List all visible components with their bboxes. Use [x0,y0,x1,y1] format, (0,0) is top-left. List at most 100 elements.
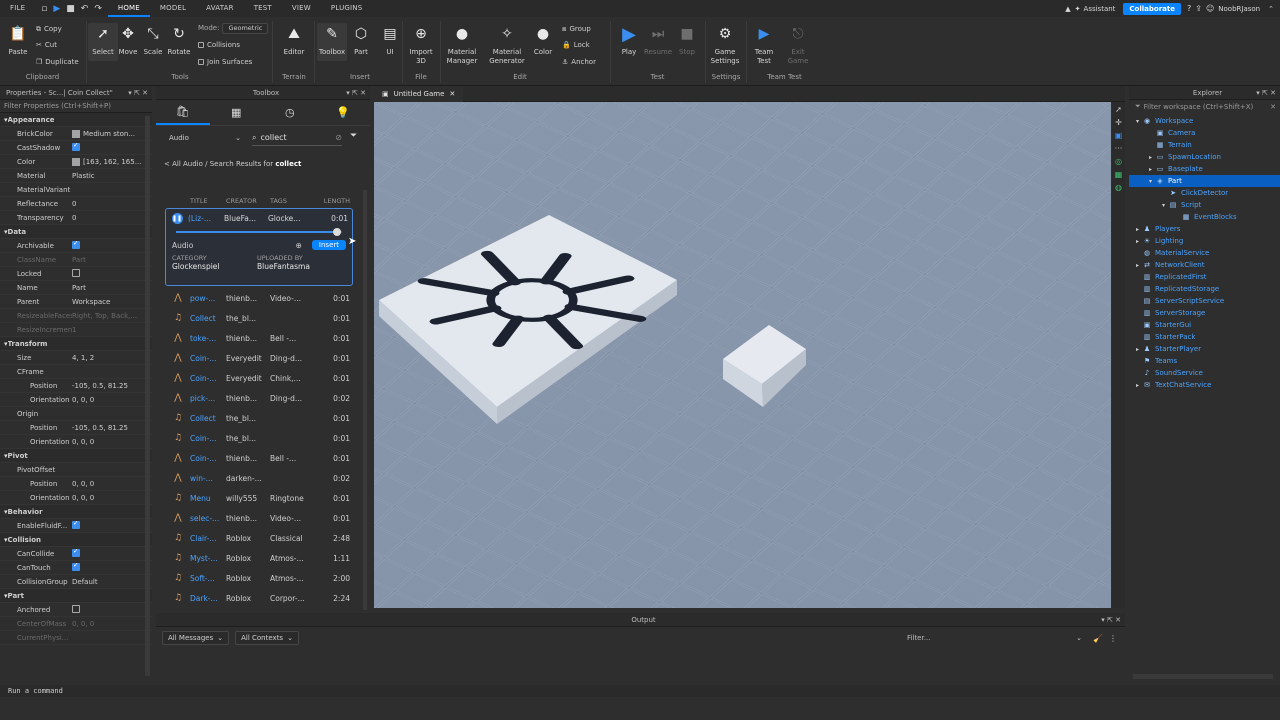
property-row[interactable]: Material Plastic [0,169,152,183]
move-icon[interactable]: ✛ [1115,118,1122,127]
property-row[interactable]: Name Part [0,281,152,295]
explorer-item[interactable]: ▤ ServerScriptService [1129,295,1280,307]
property-row[interactable]: Archivable [0,239,152,253]
clear-search-icon[interactable]: ⊘ [335,133,342,142]
music-note-icon[interactable]: ♫ [166,533,190,543]
audio-progress-handle[interactable] [333,228,342,236]
audio-creator[interactable]: thienb... [226,514,270,523]
property-value[interactable] [72,240,152,251]
property-section[interactable]: ▾ Part [0,589,152,603]
property-row[interactable]: MaterialVariant [0,183,152,197]
expand-chevron-icon[interactable]: ▾ [1146,178,1155,185]
property-value[interactable] [72,268,152,279]
property-value[interactable]: 0, 0, 0 [72,480,152,488]
output-filter-input[interactable]: Filter... ⌄ [902,631,1087,645]
property-section[interactable]: ▾ Collision [0,533,152,547]
waveform-icon[interactable]: ⋀ [166,513,190,523]
collisions-checkbox[interactable] [198,42,204,48]
audio-creator[interactable]: thienb... [226,394,270,403]
close-icon[interactable]: ✕ [1115,616,1121,624]
command-bar[interactable]: Run a command [0,685,1280,697]
collapse-ribbon-icon[interactable]: ⌃ [1268,5,1274,13]
music-note-icon[interactable]: ♫ [166,313,190,323]
audio-creator[interactable]: thienb... [226,334,270,343]
audio-title[interactable]: pick-... [190,394,226,403]
property-value[interactable]: [163, 162, 165... [72,157,152,166]
waveform-icon[interactable]: ⋀ [166,293,190,303]
user-name[interactable]: NoobRJason [1218,5,1260,13]
save-icon[interactable]: ▫ [41,4,47,14]
property-checkbox[interactable] [72,604,80,613]
property-row[interactable]: Color [163, 162, 165... [0,155,152,169]
uploaded-by-value[interactable]: BlueFantasma [257,262,310,271]
exit-game-button[interactable]: ⎋ Exit Game [783,23,813,66]
property-row[interactable]: Origin [0,407,152,421]
close-tab-icon[interactable]: ✕ [449,90,455,98]
property-value[interactable]: 0, 0, 0 [72,494,152,502]
join-surfaces-checkbox[interactable] [198,59,204,65]
tab-model[interactable]: MODEL [150,0,196,17]
property-row[interactable]: Orientation 0, 0, 0 [0,491,152,505]
explorer-item[interactable]: ▦ EventBlocks [1129,211,1280,223]
audio-creator[interactable]: Roblox [226,594,270,603]
waveform-icon[interactable]: ⋀ [166,333,190,343]
col-length[interactable]: LENGTH [320,197,350,207]
audio-creator[interactable]: Roblox [226,574,270,583]
mode-dropdown[interactable]: Geometric [222,22,269,34]
join-surfaces-toggle[interactable]: Join Surfaces [198,56,252,68]
team-test-button[interactable]: ▶ Team Test [749,23,779,66]
material-generator-button[interactable]: ✧ Material Generator [487,23,527,66]
material-manager-button[interactable]: ● Material Manager [444,23,480,66]
explorer-item[interactable]: ▣ Camera [1129,127,1280,139]
music-note-icon[interactable]: ♫ [166,573,190,583]
audio-title[interactable]: Coin-... [190,434,226,443]
ui-button[interactable]: ▤ UI [375,23,405,57]
close-icon[interactable]: ✕ [1270,89,1276,97]
resume-button[interactable]: ⏭ Resume [643,23,673,57]
dropdown-icon[interactable]: ▾ [1256,89,1260,97]
property-value[interactable]: 0, 0, 0 [72,396,152,404]
property-row[interactable]: Transparency 0 [0,211,152,225]
explorer-item[interactable]: ▸ ♟ Players [1129,223,1280,235]
property-value[interactable] [72,562,152,573]
property-row[interactable]: CenterOfMass 0, 0, 0 [0,617,152,631]
audio-result-row[interactable]: ⋀ selec-... thienb... Video-... 0:01 [166,508,361,528]
explorer-item[interactable]: ▸ ▭ SpawnLocation [1129,151,1280,163]
explorer-item[interactable]: ▸ ▭ Baseplate [1129,163,1280,175]
property-value[interactable]: Default [72,578,152,586]
color-swatch[interactable] [72,157,80,166]
property-row[interactable]: BrickColor Medium ston... [0,127,152,141]
category-dropdown[interactable]: Audio ⌄ [164,130,246,146]
property-row[interactable]: CanCollide [0,547,152,561]
explorer-h-scrollbar[interactable] [1133,674,1273,679]
property-row[interactable]: Reflectance 0 [0,197,152,211]
tab-creations[interactable]: 💡 [317,100,371,125]
tab-marketplace[interactable]: 🛍 [156,100,210,125]
game-settings-button[interactable]: ⚙ Game Settings [708,23,742,66]
lock-button[interactable]: 🔒 Lock [562,39,590,51]
dropdown-icon[interactable]: ▾ [346,89,350,97]
popout-icon[interactable]: ⇱ [1262,89,1268,97]
explorer-filter[interactable]: ⏷ Filter workspace (Ctrl+Shift+X) ✕ [1129,100,1280,113]
property-value[interactable]: 1 [72,326,152,334]
property-value[interactable]: Right, Top, Back,... [72,312,152,320]
property-checkbox[interactable] [72,548,80,557]
explorer-item[interactable]: ▸ ☀ Lighting [1129,235,1280,247]
audio-result-row[interactable]: ♫ Clair-... Roblox Classical 2:48 [166,528,361,548]
insert-button[interactable]: Insert [311,240,346,250]
property-value[interactable]: -105, 0.5, 81.25 [72,382,152,390]
property-section[interactable]: ▾ Pivot [0,449,152,463]
stop-quick-icon[interactable]: ■ [66,4,75,14]
dropdown-icon[interactable]: ▾ [1101,616,1105,624]
explorer-item[interactable]: ➤ ClickDetector [1129,187,1280,199]
audio-result-row[interactable]: ⋀ toke-... thienb... Bell -... 0:01 [166,328,361,348]
property-value[interactable]: Workspace [72,298,152,306]
audio-title[interactable]: Menu [190,494,226,503]
grid-toggle-icon[interactable]: ▦ [1115,170,1123,179]
globe-icon[interactable]: ◍ [1115,183,1122,192]
expand-chevron-icon[interactable]: ▸ [1146,166,1155,173]
property-row[interactable]: Anchored [0,603,152,617]
explorer-item[interactable]: ▣ StarterGui [1129,319,1280,331]
group-button[interactable]: ⧈ Group [562,23,591,35]
waveform-icon[interactable]: ⋀ [166,393,190,403]
